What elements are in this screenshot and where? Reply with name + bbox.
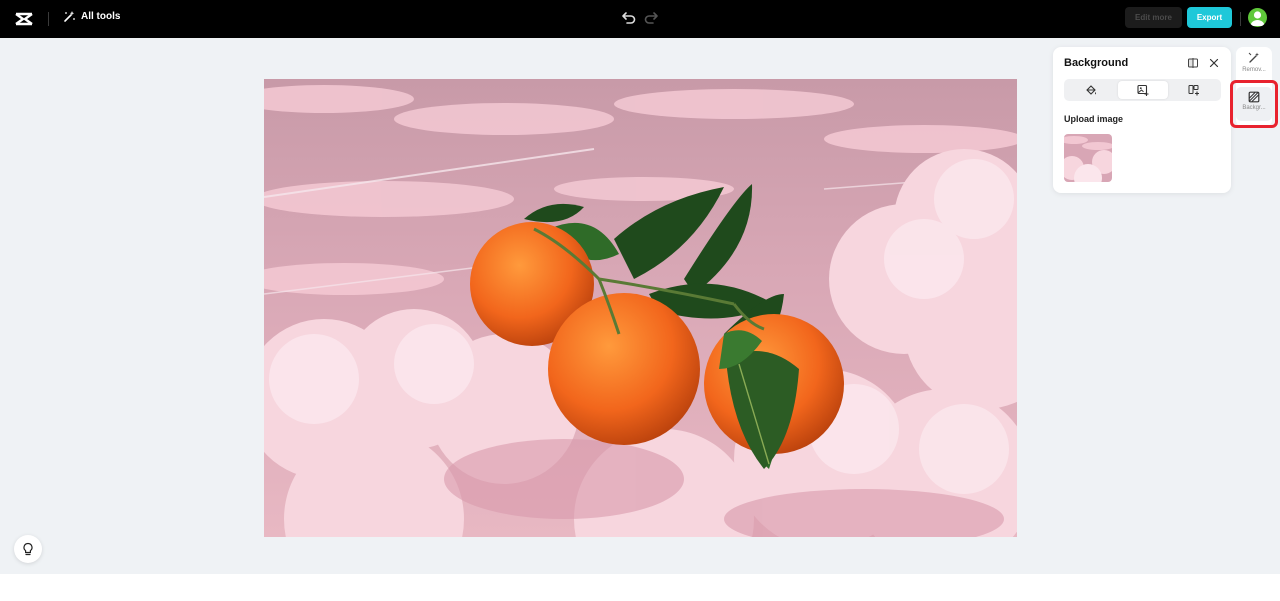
user-icon (1250, 11, 1265, 26)
topbar-divider (48, 12, 49, 26)
redo-icon[interactable] (643, 9, 659, 25)
tab-color-fill[interactable] (1066, 81, 1116, 99)
all-tools-label: All tools (81, 11, 121, 22)
edit-more-button[interactable]: Edit more (1125, 7, 1182, 28)
rail-item-label: Remov... (1242, 67, 1266, 73)
compare-icon[interactable] (1187, 57, 1199, 69)
oranges-on-pink-clouds-image (264, 79, 1017, 537)
template-add-icon (1188, 85, 1199, 96)
undo-icon[interactable] (621, 9, 637, 25)
paint-bucket-icon (1086, 85, 1096, 95)
export-button[interactable]: Export (1187, 7, 1232, 28)
canvas-image[interactable] (264, 79, 1017, 537)
lightbulb-icon (23, 542, 33, 556)
magic-wand-icon (1248, 52, 1259, 63)
tab-image[interactable] (1118, 81, 1168, 99)
topbar-divider (1240, 12, 1241, 26)
tips-button[interactable] (14, 535, 42, 563)
top-bar: All tools Edit more Export (0, 0, 1280, 38)
background-thumbnail[interactable] (1064, 134, 1112, 182)
background-type-tabs (1064, 79, 1221, 101)
pink-clouds-thumbnail-image (1064, 134, 1112, 182)
avatar[interactable] (1248, 8, 1267, 27)
panel-title: Background (1064, 57, 1129, 69)
image-add-icon (1137, 84, 1149, 96)
capcut-logo-icon[interactable] (14, 9, 34, 29)
background-panel: Background Upload image (1053, 47, 1231, 193)
highlight-box (1230, 80, 1278, 128)
tab-template[interactable] (1169, 81, 1219, 99)
all-tools-button[interactable]: All tools (63, 10, 120, 23)
upload-image-label: Upload image (1064, 114, 1124, 124)
close-icon[interactable] (1208, 57, 1220, 69)
magic-wand-icon (64, 11, 75, 22)
